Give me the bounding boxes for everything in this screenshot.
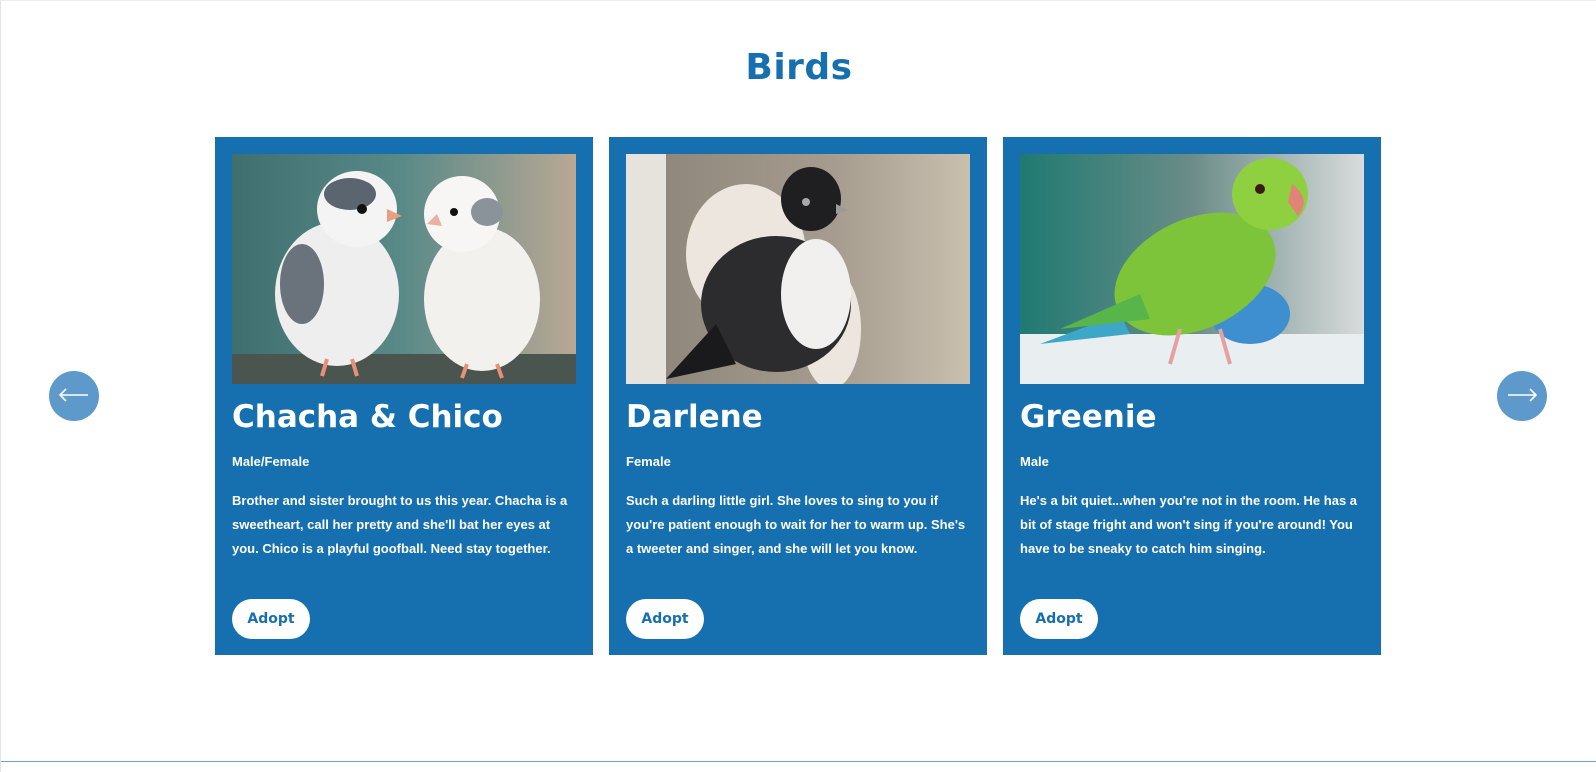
pet-sex: Female (626, 454, 671, 469)
carousel-prev-button[interactable] (49, 371, 99, 421)
pet-card: Chacha & Chico Male/Female Brother and s… (215, 137, 593, 655)
pet-card-list: Chacha & Chico Male/Female Brother and s… (215, 137, 1381, 655)
arrow-left-icon (58, 387, 89, 405)
page: Birds Chacha & Chico Male/Female Brother… (0, 0, 1596, 772)
pet-sex: Male/Female (232, 454, 310, 469)
pet-card: Darlene Female Such a darling little gir… (609, 137, 987, 655)
pet-sex: Male (1020, 454, 1049, 469)
pet-name: Darlene (626, 399, 763, 435)
adopt-button[interactable]: Adopt (232, 599, 310, 639)
adopt-button[interactable]: Adopt (626, 599, 704, 639)
black-white-bird-in-glove-photo (626, 154, 970, 384)
adopt-button[interactable]: Adopt (1020, 599, 1098, 639)
section-title: Birds (745, 47, 853, 88)
carousel-next-button[interactable] (1497, 371, 1547, 421)
pet-description: He's a bit quiet...when you're not in th… (1020, 493, 1358, 556)
green-parrot-photo (1020, 154, 1364, 384)
pet-card: Greenie Male He's a bit quiet...when you… (1003, 137, 1381, 655)
pet-description: Such a darling little girl. She loves to… (626, 493, 966, 556)
pet-description: Brother and sister brought to us this ye… (232, 493, 568, 556)
pet-name: Greenie (1020, 399, 1157, 435)
arrow-right-icon (1507, 387, 1538, 405)
section-divider (1, 761, 1596, 762)
two-white-birds-photo (232, 154, 576, 384)
pet-name: Chacha & Chico (232, 399, 503, 435)
